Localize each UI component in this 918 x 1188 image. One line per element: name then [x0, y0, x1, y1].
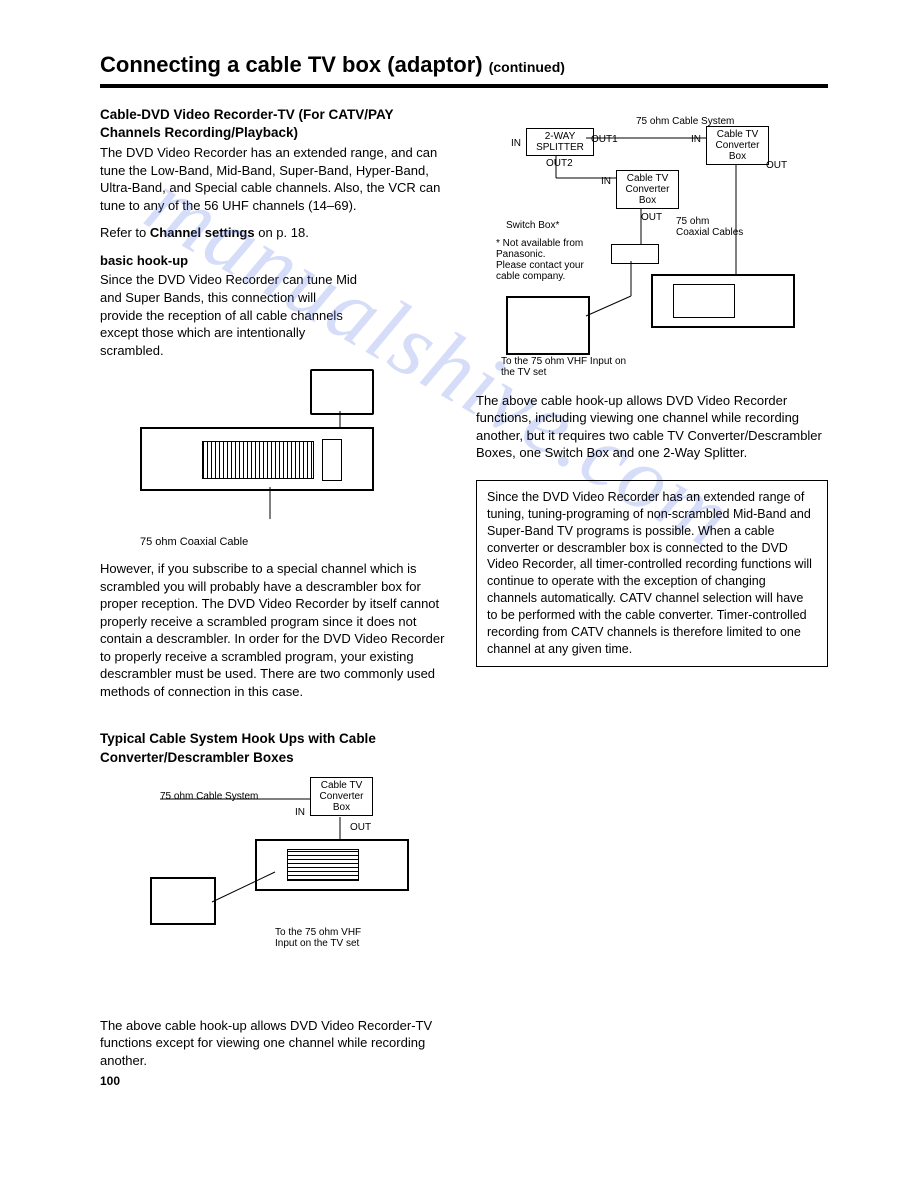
tv-icon-3 [506, 296, 590, 355]
label-conv2-out: OUT [641, 212, 662, 223]
splitter-box: 2-WAY SPLITTER [526, 128, 594, 156]
recorder-icon-2 [255, 839, 409, 891]
section-head-typical: Typical Cable System Hook Ups with Cable… [100, 730, 452, 766]
recorder-icon-3 [651, 274, 795, 328]
diagram-typical-hookup: 75 ohm Cable System Cable TV Converter B… [100, 777, 452, 987]
caption-tv-input: To the 75 ohm VHF Input on the TV set [275, 927, 375, 949]
title-main: Connecting a cable TV box (adaptor) [100, 52, 483, 77]
label-out2: OUT2 [546, 158, 573, 169]
label-conv1-out: OUT [766, 160, 787, 171]
refer-suffix: on p. 18. [255, 225, 309, 240]
converter-box-1: Cable TV Converter Box [706, 126, 769, 165]
tv-icon-2 [150, 877, 216, 925]
label-note: * Not available from Panasonic. Please c… [496, 238, 606, 282]
switch-box [611, 244, 659, 264]
diagram-basic-hookup [100, 369, 452, 529]
label-in: IN [295, 807, 305, 818]
page-number: 100 [100, 1073, 120, 1089]
diagram-two-converter: 75 ohm Cable System 2-WAY SPLITTER IN OU… [476, 116, 828, 386]
para-descrambler: However, if you subscribe to a special c… [100, 560, 452, 700]
para-intro: The DVD Video Recorder has an extended r… [100, 144, 452, 214]
label-split-in: IN [511, 138, 521, 149]
label-out1: OUT1 [591, 134, 618, 145]
para-two-converter: The above cable hook-up allows DVD Video… [476, 392, 828, 462]
note-box-text: Since the DVD Video Recorder has an exte… [487, 490, 812, 656]
para-basic-hookup: Since the DVD Video Recorder can tune Mi… [100, 271, 360, 359]
label-coax: 75 ohm Coaxial Cables [676, 216, 743, 238]
refer-prefix: Refer to [100, 225, 150, 240]
label-75ohm-system: 75 ohm Cable System [160, 791, 258, 802]
caption-coax: 75 ohm Coaxial Cable [140, 535, 452, 550]
label-conv1-in: IN [691, 134, 701, 145]
note-box: Since the DVD Video Recorder has an exte… [476, 480, 828, 667]
refer-bold: Channel settings [150, 225, 255, 240]
section-head-catv: Cable-DVD Video Recorder-TV (For CATV/PA… [100, 106, 452, 142]
right-column: 75 ohm Cable System 2-WAY SPLITTER IN OU… [476, 106, 828, 1080]
converter-box-2: Cable TV Converter Box [616, 170, 679, 209]
label-out: OUT [350, 822, 371, 833]
label-conv2-in: IN [601, 176, 611, 187]
para-refer: Refer to Channel settings on p. 18. [100, 224, 452, 242]
caption-tv-input-2: To the 75 ohm VHF Input on the TV set [501, 356, 631, 378]
tv-icon [310, 369, 374, 415]
title-continued: (continued) [489, 59, 565, 75]
left-column: Cable-DVD Video Recorder-TV (For CATV/PA… [100, 106, 452, 1080]
subhead-basic-hookup: basic hook-up [100, 252, 452, 270]
para-typical-result: The above cable hook-up allows DVD Video… [100, 1017, 452, 1070]
title-rule [100, 84, 828, 88]
recorder-icon [140, 427, 374, 491]
converter-box: Cable TV Converter Box [310, 777, 373, 816]
label-switchbox: Switch Box* [506, 220, 559, 231]
page-title: Connecting a cable TV box (adaptor) (con… [100, 50, 828, 80]
